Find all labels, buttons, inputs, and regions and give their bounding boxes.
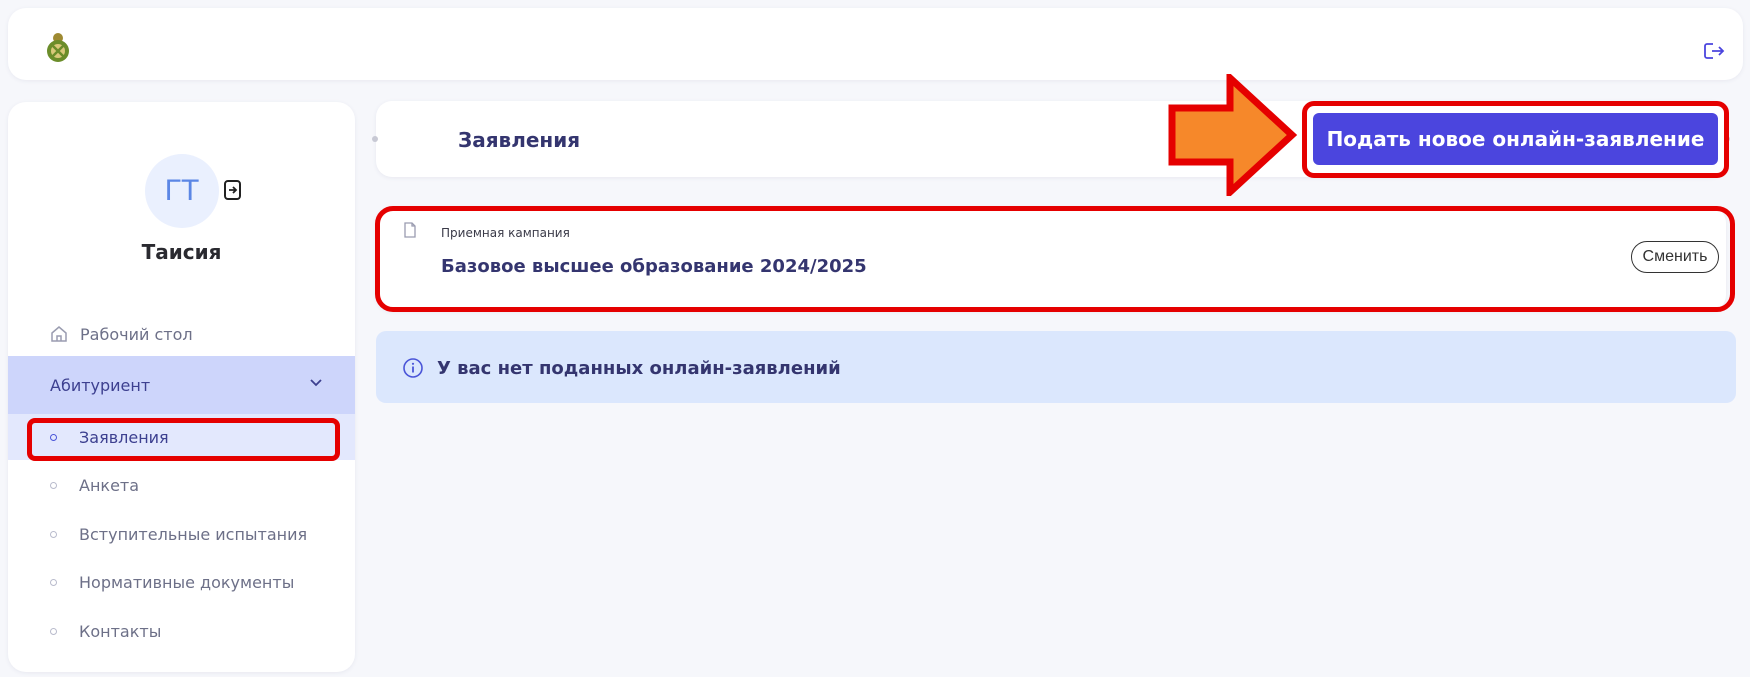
logout-icon[interactable] bbox=[1703, 41, 1725, 61]
bullet-icon bbox=[50, 627, 57, 635]
submit-new-application-button[interactable]: Подать новое онлайн-заявление bbox=[1313, 113, 1718, 165]
sidebar-item-contacts[interactable]: Контакты bbox=[8, 608, 355, 654]
chevron-down-icon bbox=[310, 379, 322, 387]
home-icon bbox=[51, 326, 67, 342]
sidebar-item-applications[interactable]: Заявления bbox=[8, 414, 355, 460]
sidebar-group-label: Абитуриент bbox=[50, 375, 151, 395]
info-message: У вас нет поданных онлайн-заявлений bbox=[437, 358, 841, 379]
page-title: Заявления bbox=[458, 128, 581, 152]
sidebar-group-applicant[interactable]: Абитуриент bbox=[8, 356, 355, 414]
bullet-icon bbox=[50, 481, 57, 489]
arrow-callout-icon bbox=[1168, 74, 1298, 196]
document-icon bbox=[404, 222, 416, 238]
sidebar-item-label: Вступительные испытания bbox=[79, 524, 308, 544]
campaign-value: Базовое высшее образование 2024/2025 bbox=[441, 256, 867, 277]
sidebar-item-label: Анкета bbox=[79, 475, 140, 495]
top-bar bbox=[8, 8, 1743, 80]
sidebar-item-desktop[interactable]: Рабочий стол bbox=[8, 310, 355, 358]
sidebar-item-label: Заявления bbox=[79, 427, 169, 447]
sidebar-item-label: Нормативные документы bbox=[79, 572, 295, 592]
campaign-label: Приемная кампания bbox=[441, 226, 570, 240]
bullet-icon bbox=[50, 578, 57, 586]
change-campaign-button[interactable]: Сменить bbox=[1631, 241, 1719, 273]
sidebar-item-label: Контакты bbox=[79, 621, 162, 641]
avatar[interactable]: ГТ bbox=[145, 154, 219, 228]
bullet-icon bbox=[50, 530, 57, 538]
user-name: Таисия bbox=[141, 240, 222, 264]
separator-dot bbox=[372, 136, 378, 142]
info-icon bbox=[403, 358, 423, 378]
sidebar-item-regulatory-documents[interactable]: Нормативные документы bbox=[8, 559, 355, 605]
bullet-icon bbox=[50, 433, 57, 441]
emblem-icon[interactable] bbox=[44, 30, 72, 64]
sidebar-item-label: Рабочий стол bbox=[80, 324, 193, 344]
sidebar-item-questionnaire[interactable]: Анкета bbox=[8, 462, 355, 508]
separator-dot bbox=[1724, 136, 1730, 142]
sidebar: ГТ Таисия Рабочий стол Абитуриент Заявле… bbox=[8, 102, 355, 672]
sidebar-item-entrance-exams[interactable]: Вступительные испытания bbox=[8, 511, 355, 557]
switch-account-icon[interactable] bbox=[223, 179, 243, 201]
